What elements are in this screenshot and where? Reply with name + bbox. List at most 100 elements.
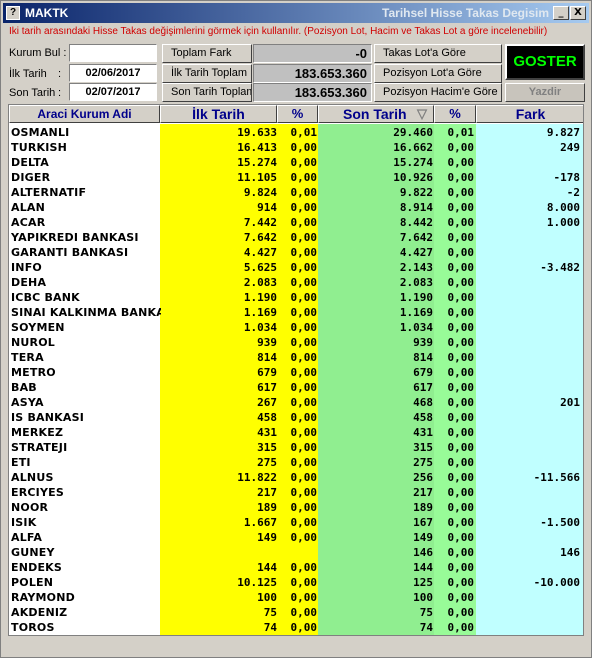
table-row[interactable]: TOROS 74 0,00 74 0,00 [9,620,583,635]
takas-lot-button[interactable]: Takas Lot'a Göre [374,44,502,63]
cell-p2: 0,01 [447,126,475,139]
table-row[interactable]: ALNUS 11.822 0,00 256 0,00 -11.566 [9,470,583,485]
cell-son: 431 [413,426,433,439]
cell-fark [477,230,580,245]
cell-p2: 0,00 [447,426,475,439]
table-row[interactable]: ETI 275 0,00 275 0,00 [9,455,583,470]
app-help-icon[interactable]: ? [6,6,20,20]
table-row[interactable]: DELTA 15.274 0,00 15.274 0,00 [9,155,583,170]
table-row[interactable]: TURKISH 16.413 0,00 16.662 0,00 249 [9,140,583,155]
main-window: ? MAKTK Tarihsel Hisse Takas Degisim _ X… [0,0,592,658]
cell-p1: 0,00 [290,336,318,349]
cell-name: NUROL [11,336,55,349]
table-row[interactable]: ISIK 1.667 0,00 167 0,00 -1.500 [9,515,583,530]
minimize-button[interactable]: _ [553,6,569,20]
header-name[interactable]: Araci Kurum Adi [9,105,160,123]
cell-name: ETI [11,456,31,469]
cell-fark [477,530,580,545]
cell-ilk: 1.667 [243,516,277,529]
table-row[interactable]: STRATEJI 315 0,00 315 0,00 [9,440,583,455]
close-button[interactable]: X [570,6,586,20]
cell-fark: 146 [560,546,580,559]
cell-ilk: 11.822 [237,471,277,484]
table-row[interactable]: ICBC BANK 1.190 0,00 1.190 0,00 [9,290,583,305]
table-row[interactable]: BAB 617 0,00 617 0,00 [9,380,583,395]
table-row[interactable]: ENDEKS 144 0,00 144 0,00 [9,560,583,575]
table-row[interactable]: TERA 814 0,00 814 0,00 [9,350,583,365]
cell-ilk: 149 [257,531,277,544]
table-row[interactable]: IS BANKASI 458 0,00 458 0,00 [9,410,583,425]
table-row[interactable]: MERKEZ 431 0,00 431 0,00 [9,425,583,440]
table-row[interactable]: DEHA 2.083 0,00 2.083 0,00 [9,275,583,290]
cell-p2: 0,00 [447,246,475,259]
yazdir-button[interactable]: Yazdir [505,83,585,102]
pozisyon-lot-button[interactable]: Pozisyon Lot'a Göre [374,64,502,83]
cell-ilk: 1.034 [243,321,277,334]
cell-p2: 0,00 [447,366,475,379]
header-son-tarih[interactable]: Son Tarih ▽ [318,105,434,123]
cell-fark: 1.000 [546,216,580,229]
header-son-tarih-label: Son Tarih [343,106,407,122]
title-bar[interactable]: ? MAKTK Tarihsel Hisse Takas Degisim _ X [3,3,589,23]
ilk-tarih-date-field[interactable]: 02/06/2017 [69,64,157,82]
cell-ilk: 4.427 [243,246,277,259]
table-row[interactable]: AKDENIZ 75 0,00 75 0,00 [9,605,583,620]
goster-button[interactable]: GOSTER [505,44,585,80]
cell-fark [477,275,580,290]
table-row[interactable]: ALFA 149 0,00 149 0,00 [9,530,583,545]
son-tarih-date-field[interactable]: 02/07/2017 [69,83,157,101]
cell-ilk: 431 [257,426,277,439]
takas-grid[interactable]: Araci Kurum Adi İlk Tarih % Son Tarih ▽ %… [8,104,584,636]
table-row[interactable]: YAPIKREDI BANKASI 7.642 0,00 7.642 0,00 [9,230,583,245]
cell-p1: 0,00 [290,441,318,454]
kurum-bul-input[interactable] [69,44,157,62]
table-row[interactable]: INFO 5.625 0,00 2.143 0,00 -3.482 [9,260,583,275]
table-row[interactable]: OSMANLI 19.633 0,01 29.460 0,01 9.827 [9,125,583,140]
cell-son: 4.427 [399,246,433,259]
table-row[interactable]: METRO 679 0,00 679 0,00 [9,365,583,380]
header-ilk-tarih[interactable]: İlk Tarih [160,105,277,123]
table-row[interactable]: SOYMEN 1.034 0,00 1.034 0,00 [9,320,583,335]
cell-p1: 0,00 [290,456,318,469]
kurum-bul-label: Kurum Bul : [9,47,67,59]
table-row[interactable]: DIGER 11.105 0,00 10.926 0,00 -178 [9,170,583,185]
table-row[interactable]: GARANTI BANKASI 4.427 0,00 4.427 0,00 [9,245,583,260]
cell-name: GARANTI BANKASI [11,246,129,259]
cell-ilk: 10.125 [237,576,277,589]
cell-name: OSMANLI [11,126,70,139]
cell-p1 [279,545,317,560]
pozisyon-hacim-button[interactable]: Pozisyon Hacim'e Göre [374,83,502,102]
cell-son: 29.460 [393,126,433,139]
table-row[interactable]: SINAI KALKINMA BANKASI 1.169 0,00 1.169 0,00 [9,305,583,320]
table-row[interactable]: NOOR 189 0,00 189 0,00 [9,500,583,515]
header-son-pct[interactable]: % [434,105,476,123]
cell-p1: 0,00 [290,321,318,334]
table-row[interactable]: ALAN 914 0,00 8.914 0,00 8.000 [9,200,583,215]
app-title: MAKTK [25,6,69,20]
cell-p1: 0,00 [290,186,318,199]
cell-fark [477,380,580,395]
table-row[interactable]: NUROL 939 0,00 939 0,00 [9,335,583,350]
cell-ilk: 15.274 [237,156,277,169]
table-row[interactable]: ALTERNATIF 9.824 0,00 9.822 0,00 -2 [9,185,583,200]
table-row[interactable]: POLEN 10.125 0,00 125 0,00 -10.000 [9,575,583,590]
cell-name: ALNUS [11,471,54,484]
header-fark[interactable]: Fark [476,105,583,123]
cell-fark: -178 [553,171,581,184]
table-row[interactable]: GUNEY 146 0,00 146 [9,545,583,560]
cell-fark [477,440,580,455]
cell-p1: 0,00 [290,141,318,154]
header-ilk-pct[interactable]: % [277,105,318,123]
table-row[interactable]: ASYA 267 0,00 468 0,00 201 [9,395,583,410]
cell-p2: 0,00 [447,411,475,424]
cell-ilk: 1.169 [243,306,277,319]
cell-name: ICBC BANK [11,291,80,304]
cell-p1: 0,00 [290,531,318,544]
table-row[interactable]: ERCIYES 217 0,00 217 0,00 [9,485,583,500]
cell-ilk: 1.190 [243,291,277,304]
table-row[interactable]: RAYMOND 100 0,00 100 0,00 [9,590,583,605]
cell-son: 315 [413,441,433,454]
table-row[interactable]: ACAR 7.442 0,00 8.442 0,00 1.000 [9,215,583,230]
cell-name: ACAR [11,216,46,229]
cell-fark [477,290,580,305]
